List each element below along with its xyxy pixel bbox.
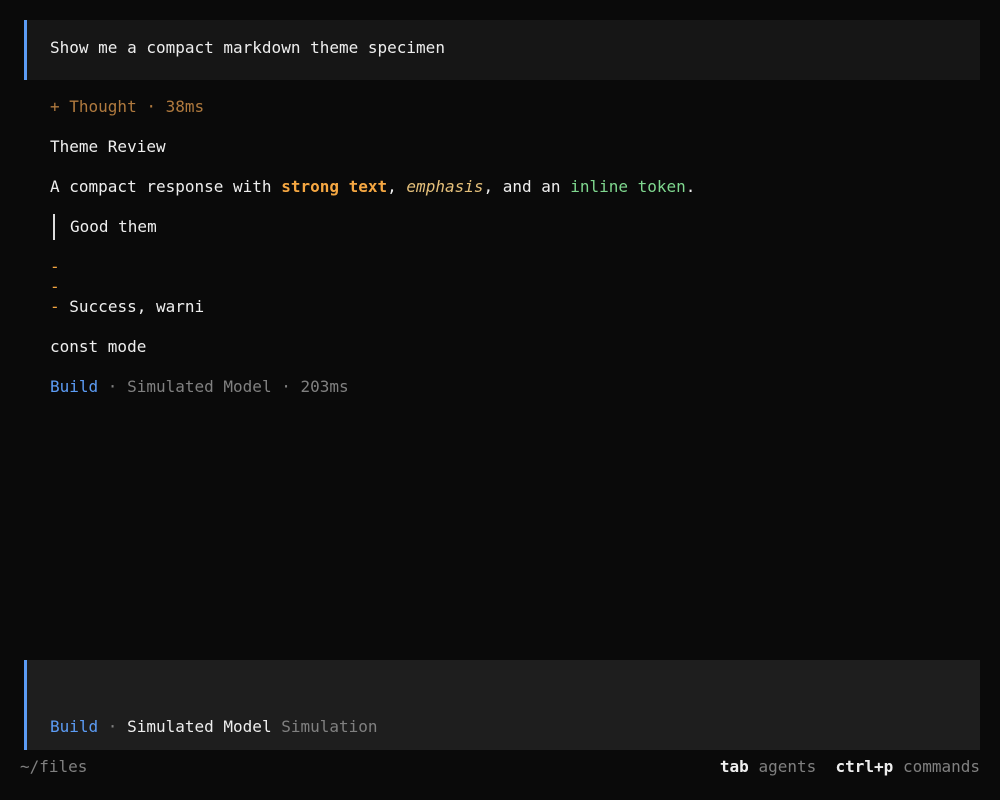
hint-key-ctrl-p: ctrl+p bbox=[835, 757, 894, 776]
bullet-marker: - bbox=[50, 257, 60, 276]
prompt-input[interactable]: Build · Simulated Model Simulation bbox=[24, 660, 980, 750]
keyboard-hints: tab agents ctrl+p commands bbox=[720, 757, 980, 777]
response-heading: Theme Review bbox=[50, 137, 166, 156]
hint-key-tab: tab bbox=[719, 757, 749, 776]
input-status-separator: · bbox=[98, 717, 128, 736]
list-item: - Success, warni bbox=[50, 297, 204, 317]
message-model-name: Simulated Model bbox=[127, 377, 272, 396]
input-provider-name: Simulation bbox=[281, 717, 378, 736]
list-item: - bbox=[50, 277, 69, 297]
bullet-marker: - bbox=[50, 297, 60, 316]
blockquote-text: Good them bbox=[70, 217, 157, 236]
thought-label: + Thought bbox=[50, 97, 137, 116]
thought-separator: · bbox=[136, 97, 166, 116]
list-item: - bbox=[50, 257, 69, 277]
message-mode-label: Build bbox=[50, 377, 99, 396]
inline-code-token: inline token bbox=[570, 177, 686, 196]
input-mode-label[interactable]: Build bbox=[50, 717, 98, 736]
strong-text: strong text bbox=[281, 177, 388, 196]
bullet-marker: - bbox=[50, 277, 60, 296]
message-duration: 203ms bbox=[300, 377, 349, 396]
thought-toggle[interactable]: + Thought · 38ms bbox=[50, 97, 204, 117]
hint-label-commands: commands bbox=[902, 757, 980, 776]
input-model-name[interactable]: Simulated Model bbox=[127, 717, 272, 736]
input-status-bar: Build · Simulated Model Simulation bbox=[50, 717, 378, 737]
user-message: Show me a compact markdown theme specime… bbox=[24, 20, 980, 80]
emphasis-text: emphasis bbox=[406, 177, 484, 196]
thought-duration: 38ms bbox=[165, 97, 205, 116]
hint-label-agents: agents bbox=[758, 757, 817, 776]
user-message-text: Show me a compact markdown theme specime… bbox=[50, 38, 445, 57]
message-status-separator: · bbox=[98, 377, 128, 396]
paragraph-suffix: . bbox=[685, 177, 696, 196]
working-directory: ~/files bbox=[20, 757, 88, 776]
code-block-line: const mode bbox=[50, 337, 147, 356]
list-item-text: Success, warni bbox=[69, 297, 205, 316]
message-status-separator-2: · bbox=[271, 377, 301, 396]
paragraph-prefix: A compact response with bbox=[50, 177, 282, 196]
paragraph-sep-2: , and an bbox=[483, 177, 571, 196]
response-paragraph: A compact response with strong text, emp… bbox=[50, 177, 695, 197]
message-status: Build · Simulated Model · 203ms bbox=[50, 377, 349, 397]
paragraph-sep-1: , bbox=[387, 177, 407, 196]
blockquote-bar bbox=[53, 214, 55, 240]
